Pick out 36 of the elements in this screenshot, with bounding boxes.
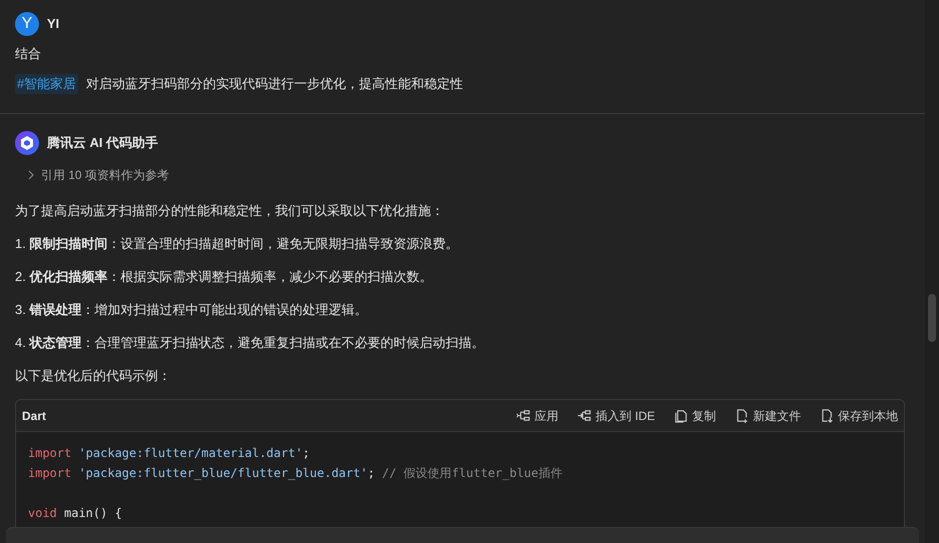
- new-file-icon: [734, 408, 749, 423]
- topic-tag[interactable]: #智能家居: [15, 74, 78, 94]
- code-token: main() {: [64, 505, 122, 522]
- user-avatar: Y: [15, 12, 39, 36]
- code-token: import: [28, 465, 72, 482]
- assistant-logo-icon: [15, 131, 39, 155]
- code-token: 'package:flutter/material.dart': [78, 445, 303, 462]
- insert-button[interactable]: 插入到 IDE: [576, 406, 655, 424]
- message-text: 对启动蓝牙扫码部分的实现代码进行一步优化，提高性能和稳定性: [86, 75, 464, 93]
- code-comment: // 假设使用flutter_blue插件: [382, 465, 562, 482]
- copy-button[interactable]: 复制: [673, 406, 716, 424]
- chevron-icon: [27, 170, 35, 180]
- apply-button[interactable]: 应用: [516, 406, 559, 424]
- save-file-icon: [819, 408, 834, 423]
- assistant-name: 腾讯云 AI 代码助手: [47, 134, 158, 152]
- paragraph: 为了提高启动蓝牙扫描部分的性能和稳定性，我们可以采取以下优化措施：: [15, 202, 445, 220]
- paragraph: 4. 状态管理：合理管理蓝牙扫描状态，避免重复扫描或在不必要的时候启动扫描。: [15, 334, 486, 352]
- paragraph: 3. 错误处理：增加对扫描过程中可能出现的错误的处理逻辑。: [15, 301, 368, 319]
- code-token: ;: [302, 445, 310, 462]
- code-token: 'package:flutter_blue/flutter_blue.dart': [78, 465, 368, 482]
- code-language: Dart: [22, 408, 46, 424]
- paragraph: 2. 优化扫描频率：根据实际需求调整扫描频率，减少不必要的扫描次数。: [15, 268, 434, 286]
- save-button[interactable]: 保存到本地: [819, 406, 898, 424]
- code-token: ;: [368, 465, 375, 482]
- paragraph: 1. 限制扫描时间：设置合理的扫描超时时间，避免无限期扫描导致资源浪费。: [15, 235, 460, 253]
- code-token: import: [28, 445, 72, 462]
- message-text: 结合: [15, 45, 42, 63]
- new-file-button[interactable]: 新建文件: [734, 406, 801, 424]
- references-toggle[interactable]: 引用 10 项资料作为参考: [27, 165, 905, 185]
- apply-icon: [516, 408, 531, 423]
- copy-icon: [673, 408, 688, 423]
- paragraph: 以下是优化后的代码示例：: [15, 367, 172, 385]
- code-token: void: [28, 505, 57, 522]
- user-name: YI: [47, 15, 60, 34]
- insert-icon: [576, 408, 592, 423]
- scrollbar-thumb[interactable]: [928, 294, 936, 342]
